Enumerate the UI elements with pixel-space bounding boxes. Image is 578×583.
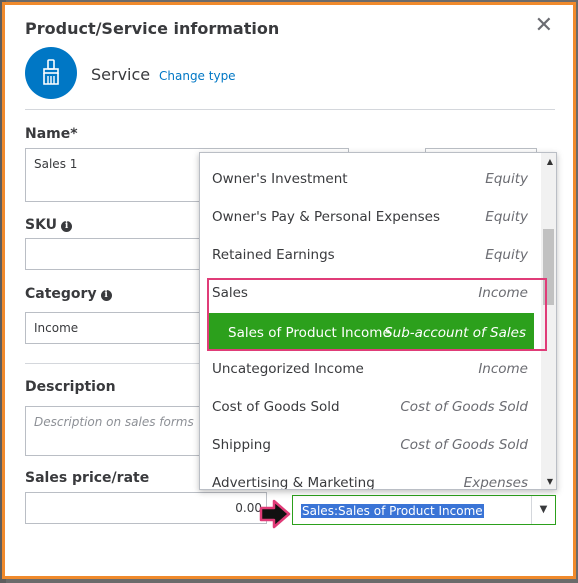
dropdown-item[interactable]: Retained Earnings Equity (200, 235, 536, 273)
divider (25, 109, 555, 110)
name-label: Name* (25, 126, 78, 142)
dropdown-item-name: Advertising & Marketing (212, 475, 375, 490)
description-placeholder: Description on sales forms (34, 415, 194, 429)
dropdown-item[interactable]: Shipping Cost of Goods Sold (200, 425, 536, 463)
dropdown-item-type: Cost of Goods Sold (400, 399, 528, 415)
service-type-badge (25, 47, 77, 99)
scroll-up-icon[interactable]: ▲ (547, 157, 553, 166)
dropdown-item-name: Cost of Goods Sold (212, 399, 340, 415)
dropdown-item-name: Shipping (212, 437, 271, 453)
dropdown-item-type: Equity (485, 247, 528, 263)
dropdown-item-name: Uncategorized Income (212, 361, 364, 377)
sku-label: SKU i (25, 217, 73, 233)
income-account-value[interactable]: Sales:Sales of Product Income (301, 504, 484, 518)
name-value: Sales 1 (34, 157, 78, 171)
annotation-highlight-box (207, 278, 547, 351)
sales-price-field[interactable]: 0.00 (25, 492, 267, 524)
category-label: Category i (25, 286, 112, 302)
arrow-right-icon (259, 499, 291, 529)
dropdown-item-type: Income (478, 361, 528, 377)
sku-label-text: SKU (25, 217, 58, 233)
info-icon[interactable]: i (100, 290, 112, 301)
dropdown-item-type: Expenses (463, 475, 528, 490)
scroll-down-icon[interactable]: ▼ (547, 477, 553, 486)
income-account-combo[interactable]: Sales:Sales of Product Income ▼ (292, 495, 556, 525)
dropdown-item[interactable]: Owner's Investment Equity (200, 159, 536, 197)
dropdown-item[interactable]: Cost of Goods Sold Cost of Goods Sold (200, 387, 536, 425)
dropdown-item-type: Equity (485, 171, 528, 187)
dropdown-item-name: Owner's Investment (212, 171, 348, 187)
description-label: Description (25, 379, 116, 395)
paintbrush-icon (43, 59, 59, 85)
sales-price-label: Sales price/rate (25, 470, 150, 486)
dropdown-item[interactable]: Uncategorized Income Income (200, 349, 536, 387)
dropdown-item[interactable]: Advertising & Marketing Expenses (200, 463, 536, 490)
product-service-dialog: Product/Service information ✕ Service Ch… (2, 2, 576, 579)
close-icon[interactable]: ✕ (535, 15, 553, 37)
sales-price-value: 0.00 (235, 501, 262, 515)
item-type-label: Service (91, 65, 151, 84)
category-label-text: Category (25, 286, 97, 302)
info-icon[interactable]: i (61, 221, 73, 232)
dropdown-item-type: Equity (485, 209, 528, 225)
divider (25, 363, 205, 364)
dropdown-item[interactable]: Owner's Pay & Personal Expenses Equity (200, 197, 536, 235)
category-value: Income (34, 321, 79, 335)
dialog-title: Product/Service information (25, 19, 280, 38)
dropdown-item-type: Cost of Goods Sold (400, 437, 528, 453)
dropdown-item-name: Owner's Pay & Personal Expenses (212, 209, 441, 225)
dropdown-item-name: Retained Earnings (212, 247, 335, 263)
change-type-link[interactable]: Change type (159, 69, 236, 83)
chevron-down-icon[interactable]: ▼ (531, 496, 555, 524)
